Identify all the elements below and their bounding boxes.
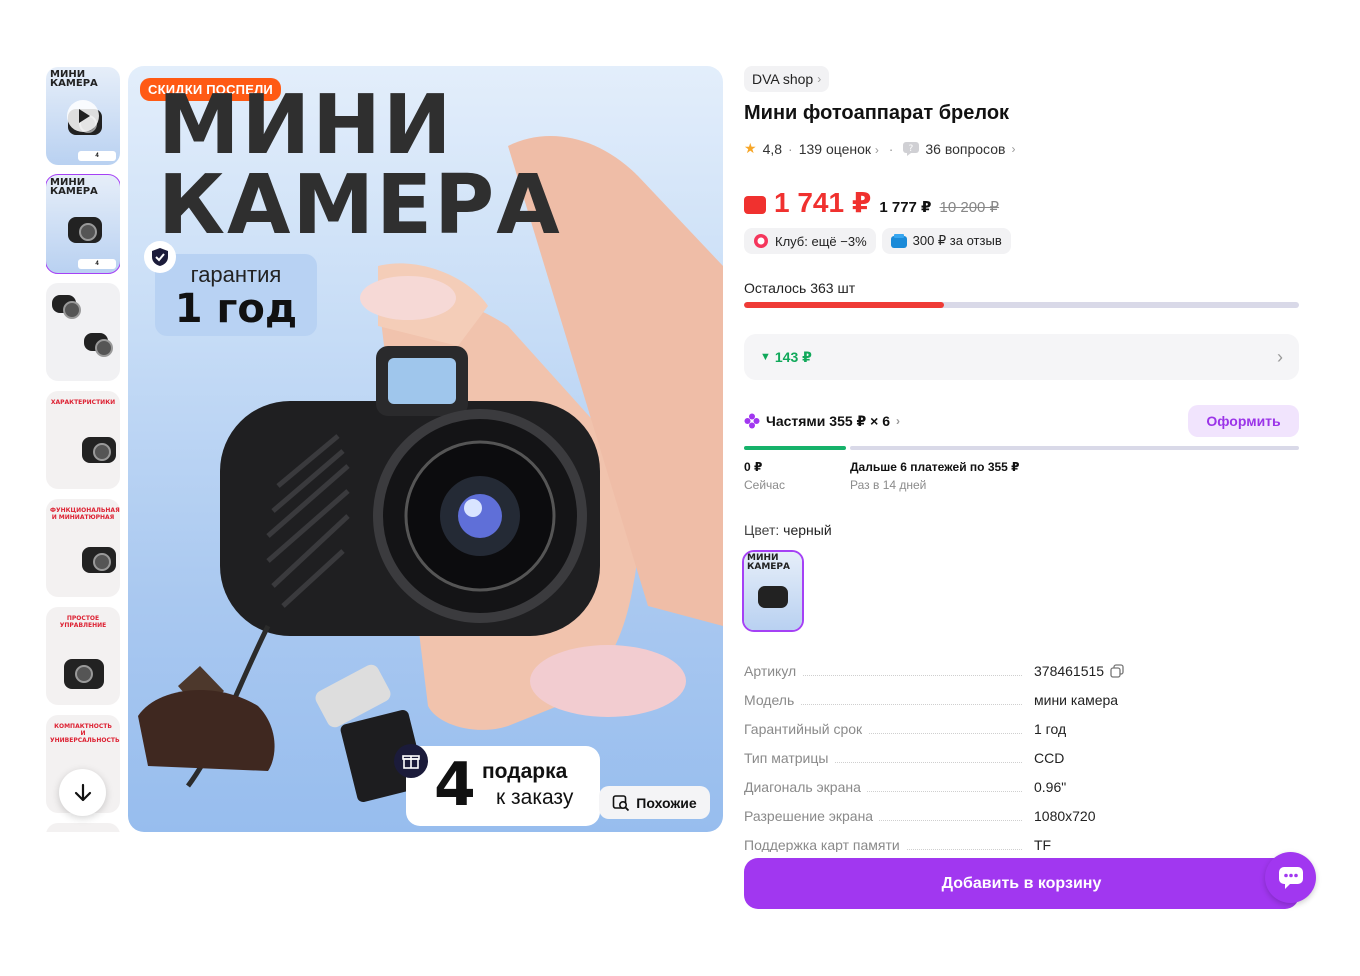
spec-key: Артикул (744, 662, 803, 679)
spec-row: Диагональ экрана 0.96" (744, 772, 1300, 801)
payment-later: Дальше 6 платежей по 355 ₽ Раз в 14 дней (850, 460, 1020, 492)
spec-row: Тип матрицы CCD (744, 743, 1300, 772)
spec-value: TF (1034, 836, 1052, 853)
triangle-down-icon: ▼ (760, 351, 771, 363)
chevron-right-icon: › (817, 72, 822, 86)
shield-check-icon (144, 241, 176, 273)
main-product-image[interactable]: СКИДКИ ПОСПЕЛИ МИНИ КАМЕРА гарантия 1 го… (128, 66, 723, 832)
spec-key: Поддержка карт памяти (744, 836, 906, 852)
spec-value: CCD (1034, 749, 1065, 766)
camera-image (64, 659, 104, 689)
installments-icon (744, 413, 760, 429)
stock-progress (744, 302, 1299, 308)
spec-value: 1 год (1034, 720, 1067, 737)
reviews-link[interactable]: 139 оценок › (799, 141, 879, 157)
thumbnail-controls[interactable]: ПРОСТОЕ УПРАВЛЕНИЕ (46, 607, 120, 705)
chevron-right-icon: › (1277, 346, 1283, 367)
camera-image (84, 333, 113, 357)
similar-button-label: Похожие (636, 794, 697, 811)
warranty-badge: гарантия 1 год (155, 254, 317, 336)
wallet-blue-icon (890, 234, 907, 248)
price-row: 1 741 ₽ 1 777 ₽ 10 200 ₽ (744, 186, 999, 219)
gift-badge: 4 (78, 259, 116, 269)
similar-button[interactable]: Похожие (599, 786, 710, 819)
spec-row: Артикул 378461515 (744, 656, 1300, 685)
gift-badge: 4 (78, 151, 116, 161)
price-wallet: 1 741 ₽ (774, 187, 872, 218)
gift-icon (394, 744, 428, 778)
thumbnail-more[interactable] (46, 823, 120, 832)
thumbnail-caption: ПРОСТОЕ УПРАВЛЕНИЕ (59, 615, 107, 629)
stock-progress-fill (744, 302, 944, 308)
spec-row: Разрешение экрана 1080x720 (744, 801, 1300, 830)
star-icon: ★ (744, 140, 757, 156)
thumbnail-selected[interactable]: МИНИ КАМЕРА 4 (46, 174, 120, 274)
spec-row: Модель мини камера (744, 685, 1300, 714)
spec-key: Разрешение экрана (744, 807, 880, 824)
product-info: DVA shop › Мини фотоаппарат брелок ★ 4,8… (742, 66, 1300, 632)
stock-label: Осталось 363 шт (744, 280, 856, 296)
camera-image (82, 437, 116, 463)
copy-icon[interactable] (1110, 663, 1124, 678)
spec-value: 1080x720 (1034, 807, 1096, 824)
thumbnail-caption: КОМПАКТНОСТЬ И УНИВЕРСАЛЬНОСТЬ (50, 723, 120, 744)
rating-value: 4,8 (762, 140, 783, 157)
add-to-cart-button[interactable]: Добавить в корзину (744, 858, 1299, 909)
gifts-badge: 4 подарка к заказу (406, 746, 600, 826)
image-search-icon (612, 794, 630, 811)
price-old: 10 200 ₽ (939, 199, 1000, 216)
wallet-icon (744, 196, 766, 214)
play-icon (67, 100, 99, 132)
image-headline: МИНИ КАМЕРА (158, 78, 562, 253)
spec-key: Тип матрицы (744, 749, 835, 766)
club-badge-icon (754, 234, 768, 248)
spec-row: Гарантийный срок 1 год (744, 714, 1300, 743)
discount-card[interactable]: ▼ 143 ₽ › (744, 334, 1299, 380)
thumbnail-caption: МИНИ КАМЕРА (50, 69, 98, 89)
thumbnail-features[interactable]: ФУНКЦИОНАЛЬНАЯ И МИНИАТЮРНАЯ (46, 499, 120, 597)
questions-link[interactable]: ? 36 вопросов › (903, 141, 1015, 157)
payment-later-segment (850, 446, 1299, 450)
spec-key: Диагональ экрана (744, 778, 867, 795)
installments-row: Частями 355 ₽ × 6 › Оформить (744, 405, 1299, 437)
payment-now-segment (744, 446, 846, 450)
thumbnail-package[interactable] (46, 283, 120, 381)
spec-value: мини камера (1034, 691, 1119, 708)
price-card: 1 777 ₽ (879, 199, 932, 216)
color-option-black[interactable]: МИНИ КАМЕРА (742, 550, 804, 632)
spec-row: Поддержка карт памяти TF (744, 830, 1300, 852)
club-chip[interactable]: Клуб: ещё −3% (744, 228, 876, 254)
rating-row: ★ 4,8 · 139 оценок › · ? 36 вопросов › (744, 140, 1016, 157)
camera-image (68, 217, 102, 243)
thumbnail-strip: МИНИ КАМЕРА 4 МИНИ КАМЕРА 4 ХАРАКТЕРИСТИКИ… (46, 67, 120, 832)
spec-value: 0.96" (1034, 778, 1067, 795)
review-bonus-chip[interactable]: 300 ₽ за отзыв (881, 228, 1011, 254)
shop-link[interactable]: DVA shop › (744, 66, 830, 92)
thumbnail-caption: МИНИ КАМЕРА (50, 177, 98, 197)
specs-table: Артикул 378461515 Модель мини камера Гаранти… (744, 656, 1300, 852)
installments-link[interactable]: Частями 355 ₽ × 6 › (744, 413, 900, 430)
product-title: Мини фотоаппарат брелок (744, 102, 1010, 124)
payment-schedule-bar (744, 446, 1299, 450)
spec-key: Гарантийный срок (744, 720, 869, 737)
thumbnail-specs[interactable]: ХАРАКТЕРИСТИКИ (46, 391, 120, 489)
camera-image (82, 547, 116, 573)
spec-key: Модель (744, 691, 801, 708)
arrow-down-icon[interactable] (59, 769, 106, 816)
thumbnail-caption: ФУНКЦИОНАЛЬНАЯ И МИНИАТЮРНАЯ (50, 507, 120, 521)
thumbnail-video[interactable]: МИНИ КАМЕРА 4 (46, 67, 120, 165)
bonus-chips: Клуб: ещё −3% 300 ₽ за отзыв (744, 228, 1011, 254)
discount-value: ▼ 143 ₽ (760, 348, 812, 365)
svg-text:?: ? (909, 144, 914, 154)
arrange-installments-button[interactable]: Оформить (1188, 405, 1299, 437)
color-label: Цвет: черный (744, 522, 832, 538)
spec-value: 378461515 (1034, 663, 1124, 679)
thumbnail-caption: ХАРАКТЕРИСТИКИ (50, 399, 116, 406)
question-bubble-icon: ? (903, 141, 920, 156)
camera-image (52, 295, 81, 319)
payment-now: 0 ₽ Сейчас (744, 460, 785, 492)
chat-icon[interactable] (1265, 852, 1316, 903)
shop-name: DVA shop (752, 71, 814, 87)
